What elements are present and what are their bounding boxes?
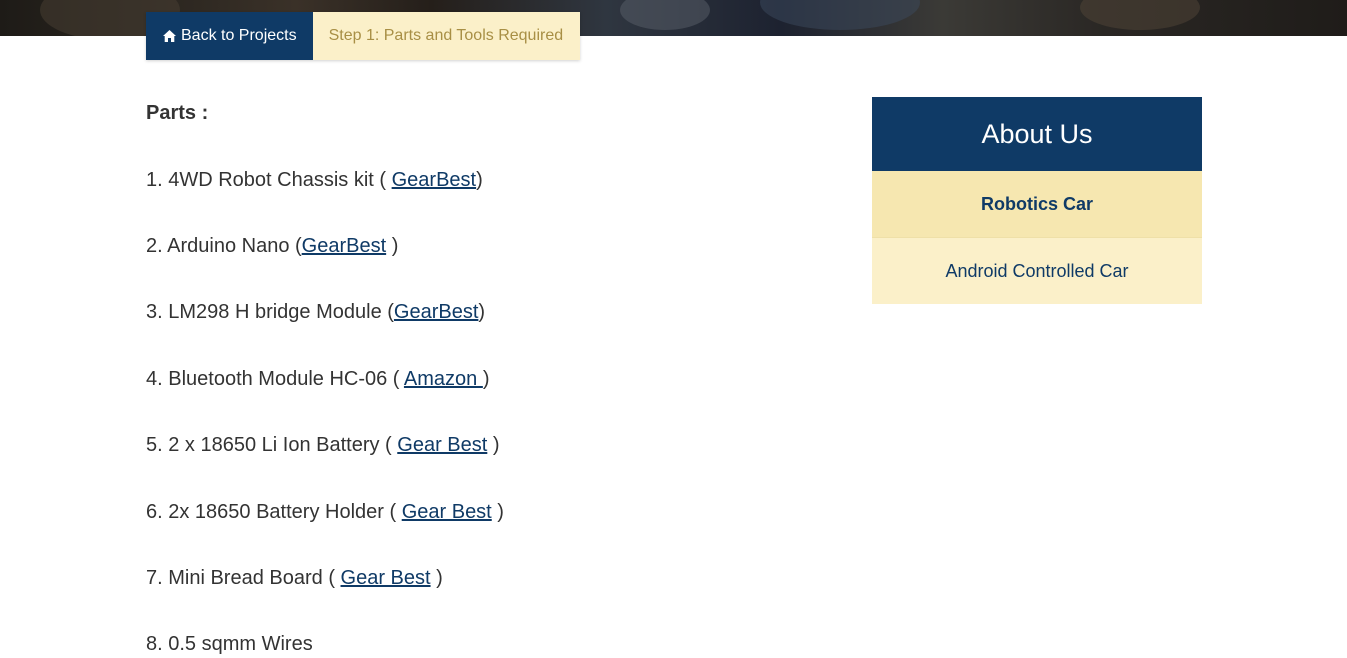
part-text: 1. 4WD Robot Chassis kit ( — [146, 169, 392, 191]
parts-heading: Parts : — [146, 102, 209, 124]
parts-list-item: 3. LM298 H bridge Module (GearBest) — [146, 298, 485, 326]
part-vendor-link[interactable]: GearBest — [302, 235, 386, 257]
about-us-sidebar: About Us Robotics Car Android Controlled… — [872, 97, 1202, 304]
sidebar-item-robotics-car[interactable]: Robotics Car — [872, 171, 1202, 238]
part-vendor-link[interactable]: Gear Best — [402, 501, 492, 523]
part-vendor-link[interactable]: Gear Best — [397, 434, 487, 456]
current-step-label: Step 1: Parts and Tools Required — [312, 12, 581, 60]
back-to-projects-label: Back to Projects — [181, 27, 297, 44]
parts-list-item: 8. 0.5 sqmm Wires — [146, 630, 313, 658]
home-icon — [162, 29, 177, 43]
part-text: 5. 2 x 18650 Li Ion Battery ( — [146, 434, 398, 456]
part-vendor-link[interactable]: Gear Best — [341, 567, 431, 589]
part-text-suffix: ) — [430, 567, 443, 589]
part-text-suffix: ) — [478, 301, 486, 323]
part-text-suffix: ) — [487, 434, 500, 456]
parts-list-item: 4. Bluetooth Module HC-06 ( Amazon ) — [146, 365, 490, 393]
parts-list-item: 6. 2x 18650 Battery Holder ( Gear Best ) — [146, 498, 504, 526]
part-vendor-link[interactable]: GearBest — [392, 169, 476, 191]
part-text: 8. 0.5 sqmm Wires — [146, 633, 313, 655]
part-text-suffix: ) — [386, 235, 399, 257]
part-text: 2. Arduino Nano ( — [146, 235, 302, 257]
part-text-suffix: ) — [482, 368, 490, 390]
sidebar-item-android-controlled-car[interactable]: Android Controlled Car — [872, 238, 1202, 304]
part-text-suffix: ) — [491, 501, 504, 523]
back-to-projects-link[interactable]: Back to Projects — [146, 12, 313, 60]
parts-list-item: 7. Mini Bread Board ( Gear Best ) — [146, 564, 443, 592]
part-text: 3. LM298 H bridge Module ( — [146, 301, 394, 323]
part-text: 7. Mini Bread Board ( — [146, 567, 341, 589]
part-vendor-link[interactable]: Amazon — [404, 368, 483, 390]
part-text: 4. Bluetooth Module HC-06 ( — [146, 368, 404, 390]
parts-content: Parts : 1. 4WD Robot Chassis kit ( GearB… — [146, 97, 826, 655]
parts-list-item: 5. 2 x 18650 Li Ion Battery ( Gear Best … — [146, 431, 500, 459]
parts-list-item: 1. 4WD Robot Chassis kit ( GearBest) — [146, 166, 483, 194]
sidebar-title: About Us — [872, 97, 1202, 171]
part-text-suffix: ) — [476, 169, 483, 191]
parts-list-item: 2. Arduino Nano (GearBest ) — [146, 232, 398, 260]
part-vendor-link[interactable]: GearBest — [394, 301, 478, 323]
breadcrumb: Back to Projects Step 1: Parts and Tools… — [146, 12, 581, 60]
part-text: 6. 2x 18650 Battery Holder ( — [146, 501, 402, 523]
